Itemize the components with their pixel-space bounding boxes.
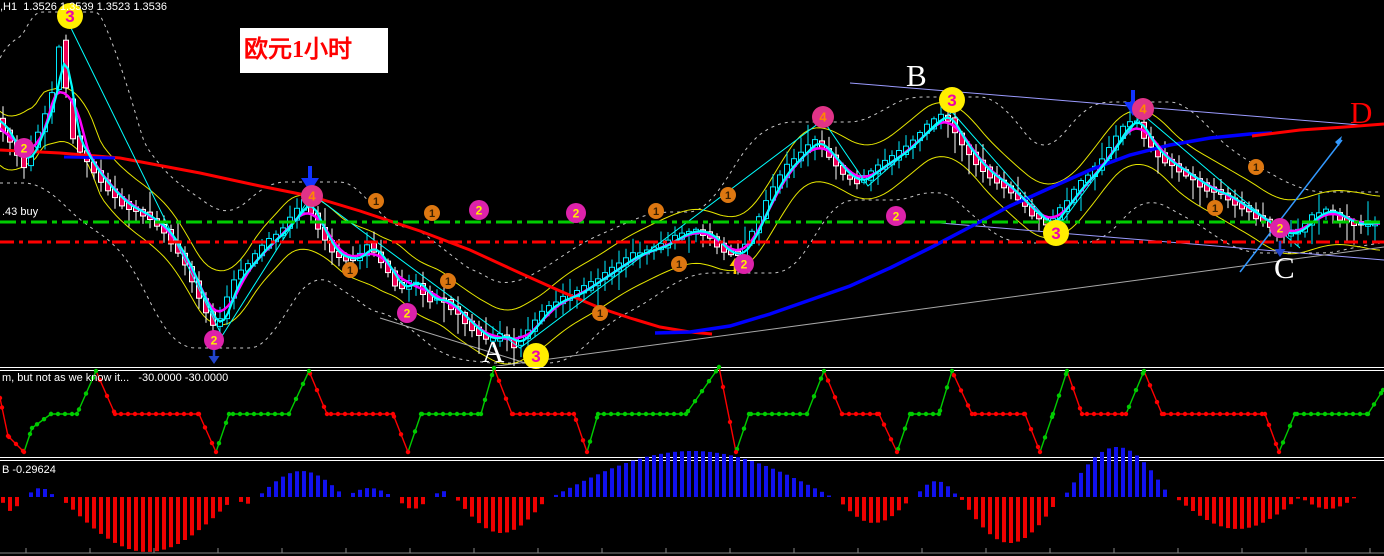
svg-text:4: 4 — [308, 189, 316, 204]
time-axis — [0, 548, 1384, 554]
semafor-3-marker: 3 — [1043, 220, 1069, 246]
semafor-2-marker: 2 — [397, 303, 417, 323]
svg-text:1: 1 — [347, 265, 353, 277]
wave-label-d: D — [1350, 95, 1373, 130]
indicator2-panel — [1, 447, 1356, 552]
svg-text:1: 1 — [445, 276, 451, 288]
svg-text:2: 2 — [1277, 221, 1284, 235]
semafor-2-marker: 2 — [1270, 218, 1290, 238]
svg-text:2: 2 — [741, 257, 748, 271]
svg-text:3: 3 — [1051, 224, 1060, 243]
svg-text:1: 1 — [653, 206, 659, 218]
indicator1-label: m, but not as we know it... -30.0000 -30… — [2, 372, 229, 384]
semafor-2-marker: 2 — [469, 200, 489, 220]
note-box: 欧元1小时 — [240, 28, 388, 73]
semafor-1-marker: 1 — [671, 256, 687, 272]
semafor-1-marker: 1 — [424, 205, 440, 221]
note-box-label: 欧元1小时 — [244, 37, 352, 63]
wave-label-a: A — [482, 334, 505, 369]
trading-chart-window: 3333222222221111111111444 ,H1 1.3526 1.3… — [0, 0, 1384, 556]
svg-text:3: 3 — [947, 91, 956, 110]
svg-text:4: 4 — [819, 110, 827, 125]
semafor-3-marker: 3 — [939, 87, 965, 113]
svg-text:1: 1 — [725, 190, 731, 202]
svg-text:4: 4 — [1139, 102, 1147, 117]
ohlc-readout: ,H1 1.3526 1.3539 1.3523 1.3536 — [0, 1, 167, 13]
svg-text:1: 1 — [1253, 162, 1259, 174]
semafor-1-marker: 1 — [1248, 159, 1264, 175]
wave-label-c: C — [1274, 250, 1295, 285]
svg-text:2: 2 — [211, 333, 218, 347]
semafor-2-marker: 2 — [566, 203, 586, 223]
wave-label-b: B — [906, 58, 927, 93]
semafor-1-marker: 1 — [1207, 200, 1223, 216]
buy-signal-label: .43 buy — [2, 206, 39, 218]
svg-text:2: 2 — [573, 206, 580, 220]
down-arrow — [208, 348, 220, 364]
semafor-4-marker: 4 — [301, 185, 323, 207]
semafor-2-marker: 2 — [14, 138, 34, 158]
semafor-1-marker: 1 — [648, 203, 664, 219]
svg-text:1: 1 — [1212, 203, 1218, 215]
semafor-2-marker: 2 — [886, 206, 906, 226]
svg-text:2: 2 — [893, 209, 900, 223]
svg-text:1: 1 — [429, 208, 435, 220]
svg-text:2: 2 — [476, 203, 483, 217]
semafor-1-marker: 1 — [440, 273, 456, 289]
semafor-1-marker: 1 — [592, 305, 608, 321]
semafor-1-marker: 1 — [368, 193, 384, 209]
chart-canvas[interactable]: 33332222 22221111111111444 — [0, 0, 1384, 556]
indicator2-label: B -0.29624 — [2, 464, 56, 476]
semafor-2-marker: 2 — [204, 330, 224, 350]
svg-text:2: 2 — [21, 141, 28, 155]
semafor-2-marker: 2 — [734, 254, 754, 274]
semafor-3-marker: 3 — [523, 343, 549, 369]
svg-text:2: 2 — [404, 306, 411, 320]
semafor-4-marker: 4 — [1132, 98, 1154, 120]
svg-text:1: 1 — [373, 196, 379, 208]
svg-text:1: 1 — [597, 308, 603, 320]
semafor-1-marker: 1 — [342, 262, 358, 278]
svg-text:3: 3 — [531, 347, 540, 366]
semafor-1-marker: 1 — [720, 187, 736, 203]
svg-text:1: 1 — [676, 259, 682, 271]
main-price-panel — [0, 11, 1384, 366]
semafor-4-marker: 4 — [812, 106, 834, 128]
